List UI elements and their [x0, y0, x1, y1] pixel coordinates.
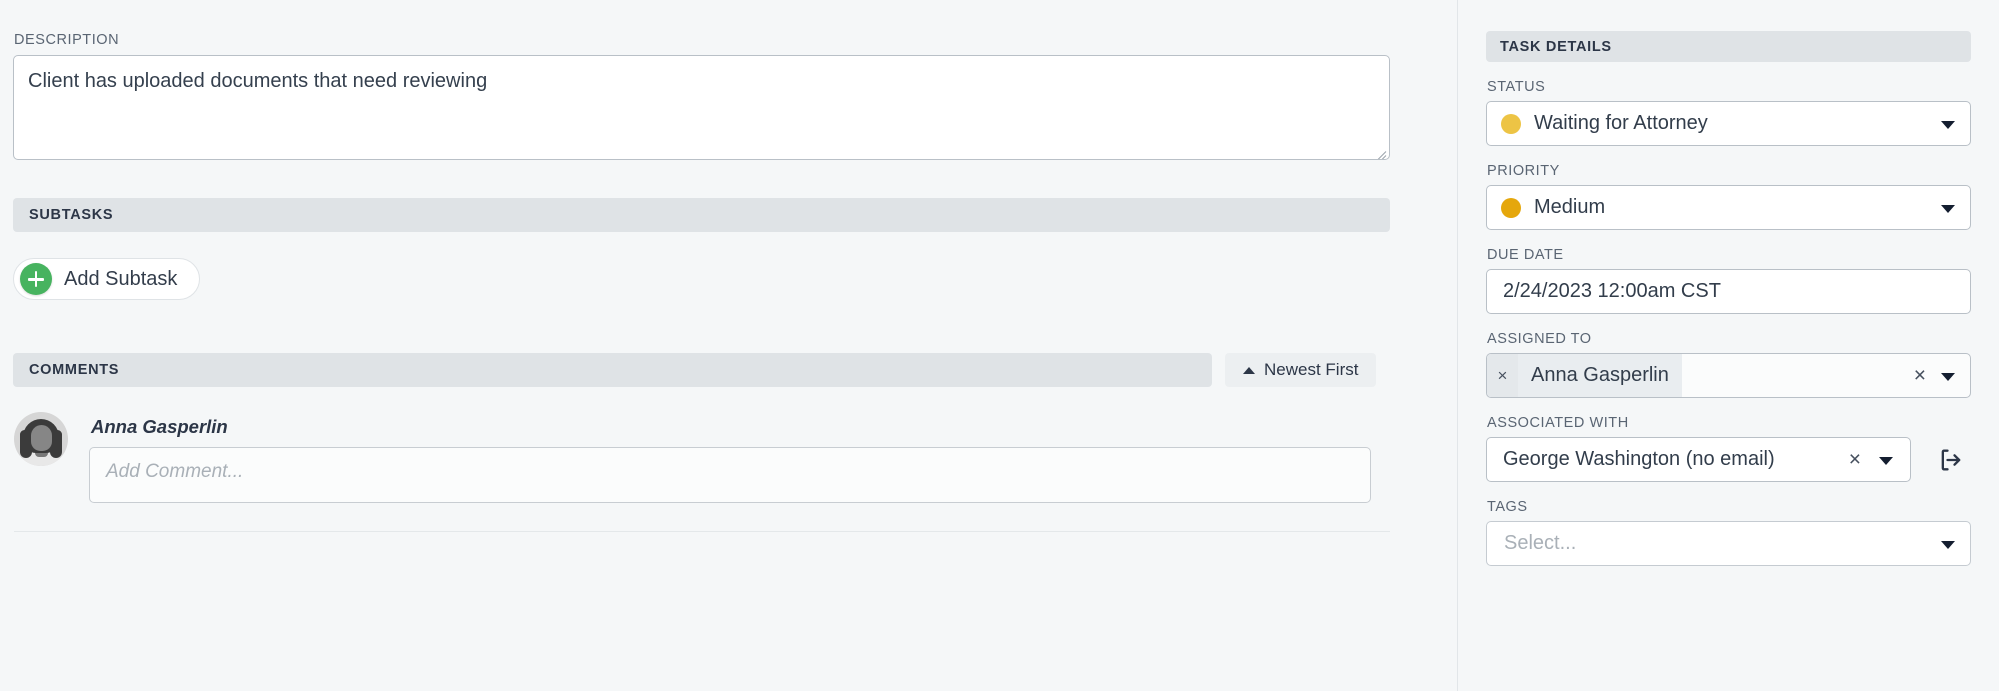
add-comment-input[interactable]: Add Comment... — [89, 447, 1371, 503]
open-external-icon[interactable] — [1937, 446, 1965, 474]
priority-dot-icon — [1501, 197, 1521, 218]
chevron-down-icon[interactable] — [1941, 540, 1955, 549]
task-details-header-label: TASK DETAILS — [1500, 38, 1612, 55]
status-value: Waiting for Attorney — [1534, 112, 1708, 134]
comments-section-header: COMMENTS — [13, 353, 1212, 387]
chevron-down-icon[interactable] — [1879, 456, 1893, 465]
assigned-to-select[interactable]: × Anna Gasperlin × — [1486, 353, 1971, 398]
priority-value: Medium — [1534, 196, 1606, 218]
sort-comments-label: Newest First — [1264, 360, 1359, 379]
due-date-label: DUE DATE — [1487, 247, 1564, 263]
remove-chip-icon[interactable]: × — [1487, 354, 1518, 397]
chevron-down-icon[interactable] — [1941, 120, 1955, 129]
associated-with-label: ASSOCIATED WITH — [1487, 415, 1629, 431]
tags-placeholder: Select... — [1504, 532, 1577, 554]
comment-author-name: Anna Gasperlin — [91, 416, 228, 437]
add-comment-row: Anna Gasperlin Add Comment... — [14, 412, 1371, 503]
add-subtask-label: Add Subtask — [64, 267, 178, 290]
assigned-to-chip: × Anna Gasperlin — [1487, 354, 1682, 397]
comments-divider — [14, 531, 1390, 532]
subtasks-section-header: SUBTASKS — [13, 198, 1390, 232]
plus-icon — [20, 263, 52, 295]
avatar — [14, 412, 68, 466]
status-dot-icon — [1501, 113, 1521, 134]
comments-header-label: COMMENTS — [29, 362, 120, 378]
description-textarea[interactable]: Client has uploaded documents that need … — [13, 55, 1390, 160]
add-comment-placeholder: Add Comment... — [106, 461, 244, 482]
tags-label: TAGS — [1487, 499, 1528, 515]
description-value: Client has uploaded documents that need … — [28, 70, 488, 92]
assigned-to-chip-label: Anna Gasperlin — [1518, 354, 1682, 397]
priority-label: PRIORITY — [1487, 163, 1560, 179]
assigned-to-label: ASSIGNED TO — [1487, 331, 1592, 347]
priority-select[interactable]: Medium — [1486, 185, 1971, 230]
tags-select[interactable]: Select... — [1486, 521, 1971, 566]
associated-with-value: George Washington (no email) — [1503, 448, 1775, 470]
description-label: DESCRIPTION — [14, 32, 120, 48]
task-detail-page: DESCRIPTION Client has uploaded document… — [0, 0, 1999, 691]
chevron-down-icon[interactable] — [1941, 372, 1955, 381]
resize-handle-icon[interactable] — [1372, 142, 1387, 159]
caret-up-icon — [1243, 366, 1255, 374]
add-subtask-button[interactable]: Add Subtask — [13, 258, 201, 300]
left-panel: DESCRIPTION Client has uploaded document… — [0, 0, 1458, 691]
due-date-input[interactable]: 2/24/2023 12:00am CST — [1486, 269, 1971, 314]
clear-icon[interactable]: × — [1849, 448, 1861, 471]
status-label: STATUS — [1487, 79, 1546, 95]
task-details-header: TASK DETAILS — [1486, 31, 1971, 62]
task-details-panel: TASK DETAILS STATUS Waiting for Attorney… — [1458, 0, 1999, 691]
chevron-down-icon[interactable] — [1941, 204, 1955, 213]
status-select[interactable]: Waiting for Attorney — [1486, 101, 1971, 146]
subtasks-header-label: SUBTASKS — [29, 207, 114, 223]
due-date-value: 2/24/2023 12:00am CST — [1503, 280, 1721, 302]
sort-comments-button[interactable]: Newest First — [1225, 353, 1377, 387]
associated-with-select[interactable]: George Washington (no email) × — [1486, 437, 1911, 482]
associated-with-row: George Washington (no email) × — [1486, 437, 1971, 482]
clear-icon[interactable]: × — [1914, 364, 1926, 387]
